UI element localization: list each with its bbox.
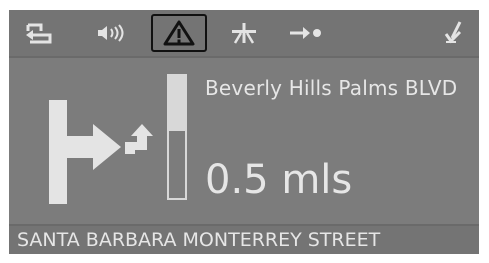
distance-progress-bar bbox=[167, 74, 187, 200]
warning-button[interactable] bbox=[151, 14, 207, 52]
back-icon bbox=[26, 23, 52, 44]
current-street-label: Beverly Hills Palms BLVD bbox=[205, 76, 458, 100]
lane-turn-icon bbox=[125, 124, 153, 154]
destination-icon bbox=[290, 27, 321, 39]
guidance-panel: Beverly Hills Palms BLVD 0.5 mls bbox=[9, 58, 479, 222]
volume-button[interactable] bbox=[89, 14, 133, 52]
toolbar bbox=[9, 10, 479, 58]
edit-button[interactable] bbox=[439, 14, 469, 52]
navigation-screen: Beverly Hills Palms BLVD 0.5 mls SANTA B… bbox=[9, 10, 479, 254]
back-button[interactable] bbox=[19, 14, 59, 52]
highway-button[interactable] bbox=[227, 14, 261, 52]
volume-icon bbox=[98, 24, 124, 42]
next-street-label: SANTA BARBARA MONTERREY STREET bbox=[17, 229, 381, 251]
progress-fill bbox=[169, 76, 185, 131]
destination-button[interactable] bbox=[283, 14, 329, 52]
highway-icon bbox=[232, 23, 256, 44]
distance-readout: 0.5 mls bbox=[205, 157, 353, 203]
turn-right-icon bbox=[49, 100, 121, 204]
pen-icon bbox=[444, 21, 462, 44]
warning-icon bbox=[163, 20, 195, 46]
next-street-bar: SANTA BARBARA MONTERREY STREET bbox=[9, 224, 479, 254]
